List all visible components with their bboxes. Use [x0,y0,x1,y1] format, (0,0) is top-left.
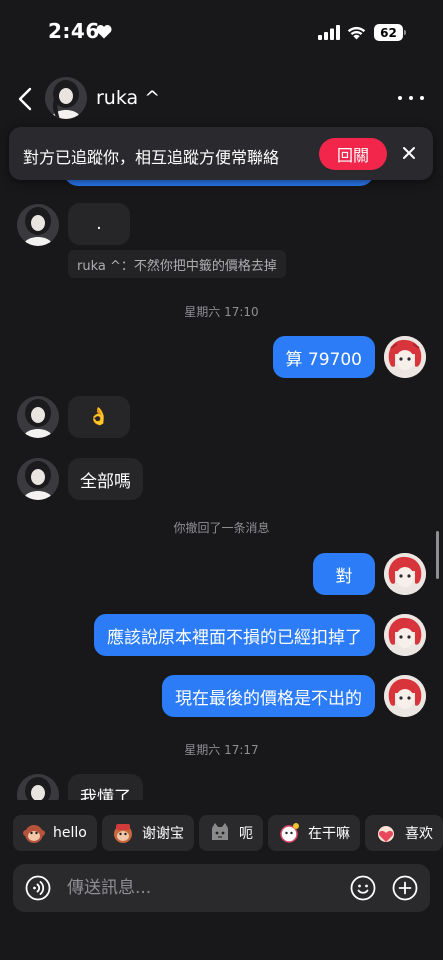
outgoing-message[interactable]: 應該說原本裡面不損的已經扣掉了 [94,614,375,656]
my-avatar[interactable] [384,553,426,595]
battery-level: 62 [380,25,397,40]
love-sticker-icon [378,826,394,842]
message-list[interactable]: . ruka ^：不然你把中籤的價格去掉 星期六 17:10 算 79700 👌 [0,186,443,800]
notice-text: 對方已追蹤你，相互追蹤方便常聯絡 [23,148,280,167]
more-options-icon[interactable] [398,86,424,110]
sender-avatar[interactable] [17,396,59,438]
status-time: 2:46 [48,19,100,43]
reply-quote[interactable]: ruka ^：不然你把中籤的價格去掉 [68,250,286,278]
quick-reply-label: 在干嘛 [308,826,350,842]
close-icon[interactable] [401,145,417,161]
time-separator: 星期六 17:10 [184,305,259,319]
monkey-sticker-icon [23,825,45,843]
my-avatar[interactable] [384,614,426,656]
battery-indicator: 62 [374,24,406,41]
my-avatar[interactable] [384,675,426,717]
emoji-icon[interactable] [350,875,376,901]
back-chevron-icon[interactable] [14,86,38,112]
outgoing-message[interactable]: 算 79700 [272,336,375,378]
time-separator: 星期六 17:17 [184,743,259,757]
sender-avatar[interactable] [17,204,59,246]
quick-reply-chip[interactable]: 呃 [199,815,263,851]
sender-avatar[interactable] [17,774,59,800]
quick-reply-label: 呃 [239,826,253,842]
quick-reply-chip[interactable]: 谢谢宝 [102,815,194,851]
contact-name[interactable]: ruka ^ [96,87,160,109]
sender-avatar[interactable] [17,458,59,500]
outgoing-message[interactable]: 對 [313,553,375,595]
follow-back-button[interactable]: 回關 [319,138,387,170]
incoming-message[interactable]: 我懂了 [68,774,143,800]
wifi-icon [347,26,366,40]
incoming-message[interactable]: 全部嗎 [68,458,143,500]
signal-icon [318,25,340,40]
question-sticker-icon [280,823,299,843]
my-avatar[interactable] [384,336,426,378]
scrollbar[interactable] [436,531,439,579]
quick-reply-chip[interactable]: 在干嘛 [268,815,360,851]
quick-reply-chip[interactable]: hello [13,815,97,851]
cat-sticker-icon [212,823,228,840]
incoming-message[interactable]: . [68,203,130,245]
quick-reply-label: hello [53,825,87,841]
heart-icon [96,25,112,39]
message-input[interactable] [67,874,337,902]
voice-message-icon[interactable] [25,875,51,901]
contact-avatar[interactable] [45,77,87,119]
thanks-sticker-icon [114,824,132,843]
outgoing-message[interactable]: 現在最後的價格是不出的 [162,675,375,717]
recall-notice: 你撤回了一条消息 [173,521,270,535]
follow-back-notice: 對方已追蹤你，相互追蹤方便常聯絡 回關 [9,127,433,180]
quick-reply-label: 喜欢 [405,826,433,842]
quick-reply-chip[interactable]: 喜欢 [365,815,443,851]
chat-header: ruka ^ [0,70,443,130]
quick-reply-bar: hello 谢谢宝 呃 在干嘛 喜欢 [0,815,443,853]
message-composer [13,864,430,912]
plus-icon[interactable] [392,875,418,901]
quick-reply-label: 谢谢宝 [142,826,184,842]
incoming-message[interactable]: 👌 [68,396,130,438]
status-bar: 2:46 62 [0,0,443,64]
